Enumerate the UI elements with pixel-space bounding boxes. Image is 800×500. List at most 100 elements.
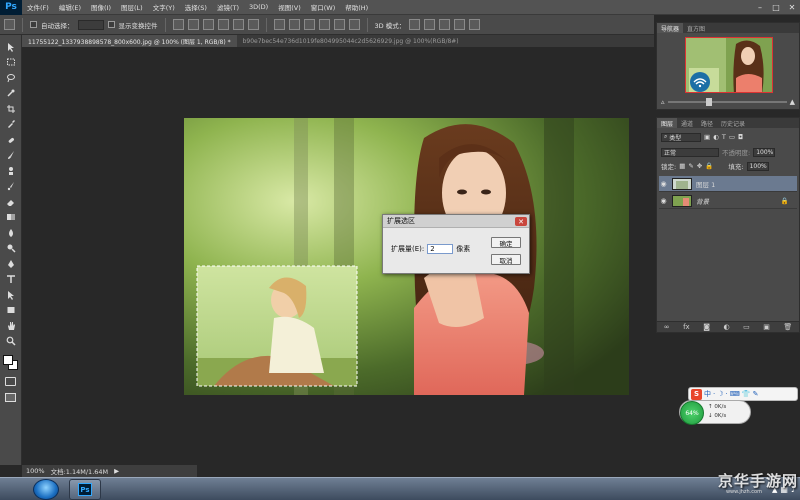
- zoom-icon[interactable]: [4, 336, 18, 347]
- healing-brush-icon[interactable]: [4, 134, 18, 145]
- trash-icon[interactable]: 🗑: [783, 323, 792, 331]
- menu-edit[interactable]: 编辑(E): [54, 2, 86, 12]
- align-hcenter-icon[interactable]: [232, 19, 244, 30]
- tab-document-1[interactable]: 11755122_1337938898578_800x600.jpg @ 100…: [22, 35, 237, 47]
- move-icon[interactable]: [4, 41, 18, 52]
- ime-punct-icon[interactable]: ·: [713, 390, 715, 398]
- menu-file[interactable]: 文件(F): [22, 2, 54, 12]
- dialog-close-button[interactable]: ✕: [515, 217, 527, 226]
- type-icon[interactable]: [4, 274, 18, 285]
- distribute-bottom-icon[interactable]: [303, 19, 315, 30]
- menu-view[interactable]: 视图(V): [273, 2, 306, 12]
- lock-pixels-icon[interactable]: ▦: [679, 162, 685, 170]
- align-bottom-icon[interactable]: [202, 19, 214, 30]
- 3d-pan-icon[interactable]: [439, 19, 451, 30]
- eye-icon[interactable]: ◉: [659, 197, 668, 205]
- screen-mode-icon[interactable]: [5, 393, 16, 402]
- menu-image[interactable]: 图像(I): [86, 2, 116, 12]
- lock-all-icon[interactable]: 🔒: [705, 162, 713, 170]
- blend-mode-select[interactable]: 正常: [661, 147, 719, 157]
- zoom-out-icon[interactable]: ▵: [661, 98, 665, 106]
- pen-icon[interactable]: [4, 258, 18, 269]
- 3d-scale-icon[interactable]: [469, 19, 481, 30]
- gradient-icon[interactable]: [4, 212, 18, 223]
- lasso-icon[interactable]: [4, 72, 18, 83]
- maximize-button[interactable]: □: [768, 0, 784, 15]
- close-button[interactable]: ✕: [784, 0, 800, 15]
- distribute-left-icon[interactable]: [318, 19, 330, 30]
- ok-button[interactable]: 确定: [491, 237, 521, 248]
- align-left-icon[interactable]: [217, 19, 229, 30]
- lock-position-icon[interactable]: ✥: [697, 162, 702, 170]
- history-brush-icon[interactable]: [4, 181, 18, 192]
- clone-stamp-icon[interactable]: [4, 165, 18, 176]
- filter-pixel-icon[interactable]: ▣: [704, 133, 710, 141]
- lock-image-icon[interactable]: ✎: [688, 162, 693, 170]
- 3d-rotate-icon[interactable]: [409, 19, 421, 30]
- menu-filter[interactable]: 滤镜(T): [212, 2, 244, 12]
- tab-document-2[interactable]: b90e7bec54e736d1019fe804995044c2d5626929…: [237, 35, 465, 47]
- menu-type[interactable]: 文字(Y): [148, 2, 180, 12]
- brush-icon[interactable]: [4, 150, 18, 161]
- layer-row-1[interactable]: ◉ 图层 1: [659, 176, 797, 192]
- fx-icon[interactable]: fx: [683, 323, 690, 331]
- tab-layers[interactable]: 图层: [657, 118, 678, 128]
- status-arrow-icon[interactable]: ▶: [114, 467, 119, 475]
- 3d-slide-icon[interactable]: [454, 19, 466, 30]
- zoom-level[interactable]: 100%: [26, 467, 45, 475]
- new-layer-icon[interactable]: ▣: [763, 323, 770, 331]
- auto-select-checkbox[interactable]: [30, 21, 37, 28]
- eye-icon[interactable]: ◉: [659, 180, 668, 188]
- shape-icon[interactable]: [4, 305, 18, 316]
- align-top-icon[interactable]: [172, 19, 184, 30]
- adjustment-icon[interactable]: ◐: [724, 323, 730, 331]
- tab-navigator[interactable]: 导航器: [657, 23, 684, 33]
- start-button[interactable]: [33, 479, 59, 500]
- filter-shape-icon[interactable]: ▭: [729, 133, 735, 141]
- folder-icon[interactable]: ▭: [743, 323, 750, 331]
- ime-keyboard-icon[interactable]: ⌨: [730, 390, 740, 398]
- menu-select[interactable]: 选择(S): [180, 2, 212, 12]
- foreground-color-swatch[interactable]: [3, 355, 13, 365]
- navigator-thumbnail[interactable]: [685, 37, 773, 93]
- distribute-hcenter-icon[interactable]: [333, 19, 345, 30]
- expand-amount-input[interactable]: [427, 244, 454, 254]
- ime-dot-icon[interactable]: ·: [726, 390, 728, 398]
- quick-mask-icon[interactable]: [5, 377, 16, 386]
- distribute-top-icon[interactable]: [273, 19, 285, 30]
- ime-skin-icon[interactable]: 👕: [742, 390, 751, 398]
- show-transform-checkbox[interactable]: [107, 21, 115, 28]
- mask-icon[interactable]: ◙: [703, 323, 710, 331]
- zoom-slider-handle[interactable]: [705, 98, 712, 106]
- align-right-icon[interactable]: [247, 19, 259, 30]
- eraser-icon[interactable]: [4, 196, 18, 207]
- auto-select-dropdown[interactable]: [77, 19, 104, 30]
- minimize-button[interactable]: –: [752, 0, 768, 15]
- tab-histogram[interactable]: 直方图: [683, 23, 709, 33]
- opacity-input[interactable]: 100%: [753, 147, 776, 157]
- menu-layer[interactable]: 图层(L): [116, 2, 148, 12]
- taskbar-photoshop[interactable]: Ps: [69, 479, 101, 500]
- zoom-slider[interactable]: [667, 98, 787, 106]
- ime-logo[interactable]: S: [691, 388, 702, 400]
- quick-select-icon[interactable]: [4, 88, 18, 99]
- link-icon[interactable]: ∞: [664, 323, 670, 331]
- move-tool-preset-icon[interactable]: [4, 19, 15, 30]
- path-select-icon[interactable]: [4, 289, 18, 300]
- 3d-roll-icon[interactable]: [424, 19, 436, 30]
- tab-channels[interactable]: 通道: [677, 118, 697, 128]
- distribute-right-icon[interactable]: [348, 19, 360, 30]
- eyedropper-icon[interactable]: [4, 119, 18, 130]
- filter-adjust-icon[interactable]: ◐: [713, 133, 719, 141]
- menu-3d[interactable]: 3D(D): [244, 3, 273, 11]
- filter-type-icon[interactable]: T: [722, 133, 726, 141]
- marquee-icon[interactable]: [4, 57, 18, 68]
- distribute-vcenter-icon[interactable]: [288, 19, 300, 30]
- menu-help[interactable]: 帮助(H): [340, 2, 373, 12]
- tab-history[interactable]: 历史记录: [717, 118, 749, 128]
- zoom-in-icon[interactable]: ▲: [790, 98, 795, 106]
- layer-filter-select[interactable]: ⌕ 类型: [661, 132, 701, 142]
- dodge-icon[interactable]: [4, 243, 18, 254]
- ime-moon-icon[interactable]: ☽: [717, 390, 723, 398]
- ime-mode[interactable]: 中: [704, 389, 711, 399]
